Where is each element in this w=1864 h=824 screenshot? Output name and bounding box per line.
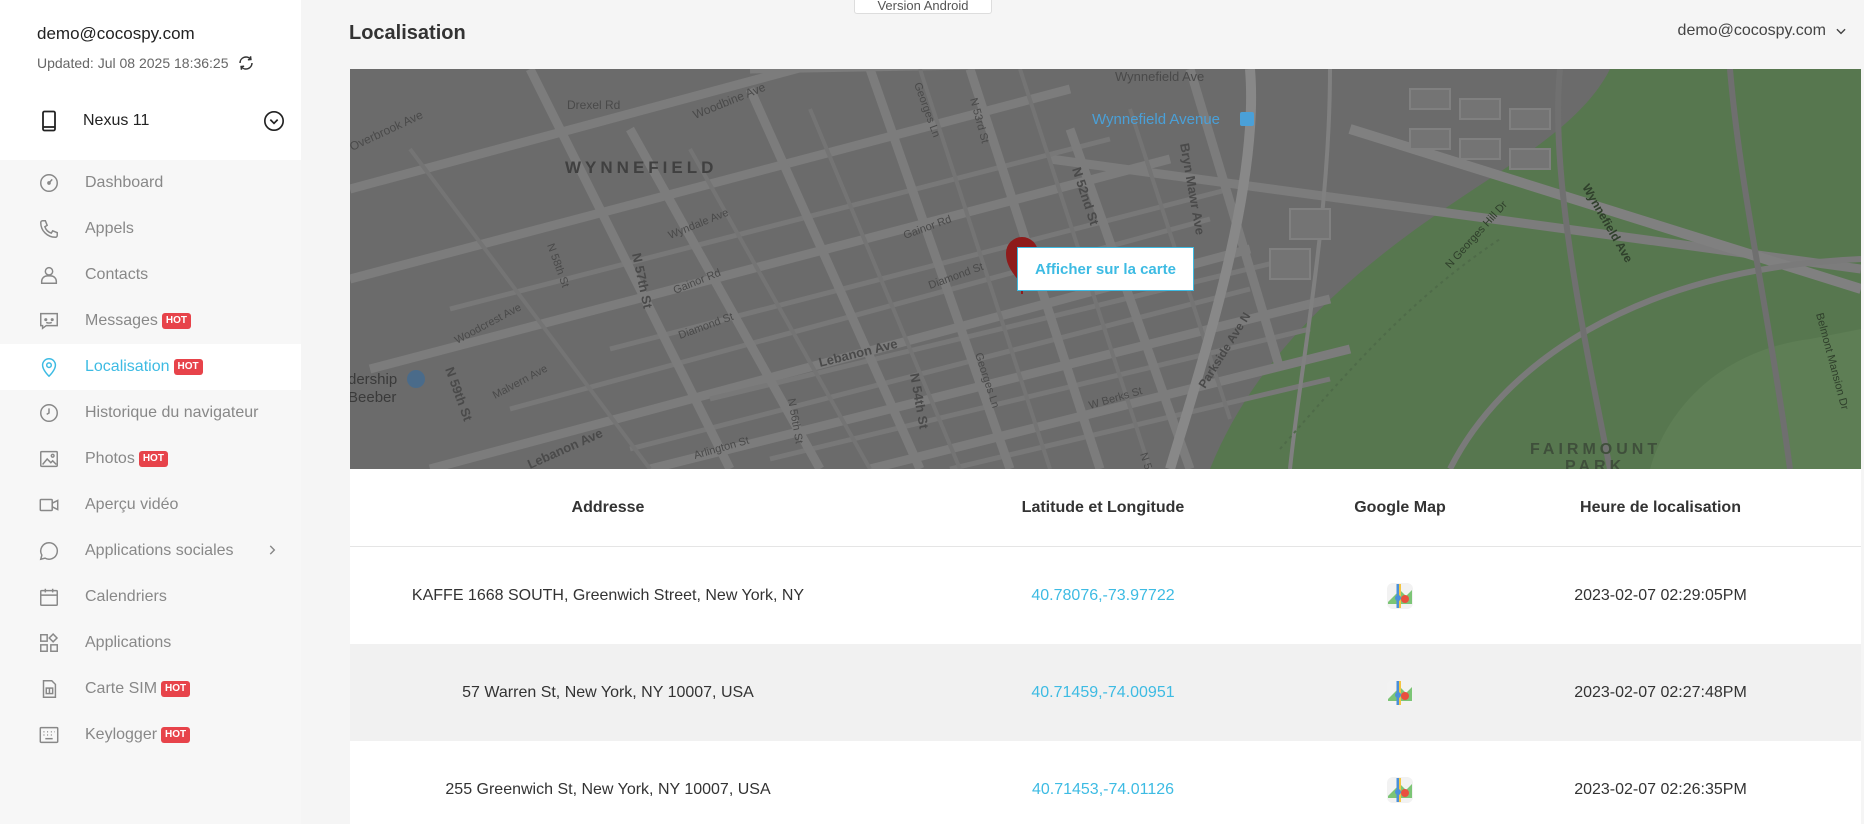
sidebar-item-browser-history[interactable]: Historique du navigateur xyxy=(0,390,301,436)
hot-badge: HOT xyxy=(161,313,192,329)
hot-badge: HOT xyxy=(138,451,168,467)
chevron-down-circle-icon[interactable] xyxy=(263,110,285,132)
sidebar-item-label: Applications xyxy=(85,634,172,651)
address-cell: 255 Greenwich St, New York, NY 10007, US… xyxy=(445,780,771,798)
location-map[interactable]: WYNNEFIELD FAIRMOUNT PARK Wynnefield Ave… xyxy=(350,69,1861,469)
show-on-map-button[interactable]: Afficher sur la carte xyxy=(1017,247,1194,291)
device-selector[interactable]: Nexus 11 xyxy=(0,96,301,146)
column-header-google-map: Google Map xyxy=(1354,498,1446,516)
sidebar-item-keylogger[interactable]: Keylogger HOT xyxy=(0,712,301,758)
sidebar-item-label: Carte SIM xyxy=(85,680,158,697)
sidebar-item-label: Contacts xyxy=(85,266,149,283)
coords-link[interactable]: 40.78076,-73.97722 xyxy=(866,587,1340,605)
page-title: Localisation xyxy=(349,22,466,44)
sidebar-item-label: Historique du navigateur xyxy=(85,404,259,421)
sim-card-icon xyxy=(37,677,61,701)
map-label-neighborhood: WYNNEFIELD xyxy=(565,158,717,177)
location-pin-icon xyxy=(37,355,61,379)
sidebar-item-label: Dashboard xyxy=(85,174,164,191)
sidebar-item-sim[interactable]: Carte SIM HOT xyxy=(0,666,301,712)
google-map-cell xyxy=(1340,582,1460,610)
column-header-address: Addresse xyxy=(571,498,645,516)
hot-badge: HOT xyxy=(161,727,191,743)
sidebar-nav: Dashboard Appels Contacts Messages HOT L… xyxy=(0,160,301,758)
chevron-down-icon xyxy=(1836,28,1846,35)
google-maps-icon[interactable] xyxy=(1386,582,1414,610)
calendar-icon xyxy=(37,585,61,609)
sidebar-item-label: Photos xyxy=(85,450,135,467)
column-header-time: Heure de localisation xyxy=(1580,498,1741,516)
phone-device-icon xyxy=(42,110,56,132)
last-updated-text: Updated: Jul 08 2025 18:36:25 xyxy=(37,55,229,71)
sidebar-item-video[interactable]: Aperçu vidéo xyxy=(0,482,301,528)
keyboard-icon xyxy=(37,723,61,747)
sidebar-item-location[interactable]: Localisation HOT xyxy=(0,344,301,390)
sidebar: demo@cocospy.com Updated: Jul 08 2025 18… xyxy=(0,0,301,824)
coords-link[interactable]: 40.71453,-74.01126 xyxy=(866,781,1340,799)
phone-icon xyxy=(37,217,61,241)
address-cell: 57 Warren St, New York, NY 10007, USA xyxy=(462,683,754,701)
refresh-icon[interactable] xyxy=(237,54,255,72)
map-label-ave-top: Wynnefield Ave xyxy=(1115,69,1204,84)
apps-grid-icon xyxy=(37,631,61,655)
map-label-drexel: Drexel Rd xyxy=(567,98,620,112)
time-cell: 2023-02-07 02:26:35PM xyxy=(1574,780,1747,798)
table-row: KAFFE 1668 SOUTH, Greenwich Street, New … xyxy=(350,547,1861,644)
map-label-park1: FAIRMOUNT xyxy=(1530,441,1661,458)
user-menu[interactable]: demo@cocospy.com xyxy=(1678,22,1848,40)
sidebar-item-social[interactable]: Applications sociales xyxy=(0,528,301,574)
last-updated: Updated: Jul 08 2025 18:36:25 xyxy=(37,54,264,72)
image-icon xyxy=(37,447,61,471)
sidebar-item-contacts[interactable]: Contacts xyxy=(0,252,301,298)
table-row: 57 Warren St, New York, NY 10007, USA 40… xyxy=(350,644,1861,741)
chevron-right-icon[interactable] xyxy=(265,543,279,557)
chat-icon xyxy=(37,309,61,333)
location-table: Addresse Latitude et Longitude Google Ma… xyxy=(350,469,1861,824)
google-maps-icon[interactable] xyxy=(1386,679,1414,707)
sidebar-item-label: Appels xyxy=(85,220,134,237)
map-label-park2: PARK xyxy=(1565,458,1625,469)
map-label-leadership1: dership xyxy=(350,371,397,388)
sidebar-item-label: Messages xyxy=(85,312,158,329)
google-maps-icon[interactable] xyxy=(1386,776,1414,804)
person-icon xyxy=(37,263,61,287)
table-row: 255 Greenwich St, New York, NY 10007, US… xyxy=(350,741,1861,824)
account-panel: demo@cocospy.com Updated: Jul 08 2025 18… xyxy=(0,0,301,160)
sidebar-item-label: Aperçu vidéo xyxy=(85,496,179,513)
google-map-cell xyxy=(1340,776,1460,804)
sidebar-item-calendar[interactable]: Calendriers xyxy=(0,574,301,620)
account-email: demo@cocospy.com xyxy=(37,24,195,43)
column-header-coords: Latitude et Longitude xyxy=(1021,498,1185,516)
map-label-station: Wynnefield Avenue xyxy=(1092,111,1220,128)
sidebar-item-dashboard[interactable]: Dashboard xyxy=(0,160,301,206)
video-camera-icon xyxy=(37,493,61,517)
version-tooltip: Version Android xyxy=(854,0,992,14)
sidebar-item-label: Calendriers xyxy=(85,588,167,605)
hot-badge: HOT xyxy=(161,681,191,697)
clock-icon xyxy=(37,401,61,425)
main-content: Version Android Localisation demo@cocosp… xyxy=(301,0,1864,824)
table-header: Addresse Latitude et Longitude Google Ma… xyxy=(350,469,1861,547)
sidebar-item-label: Keylogger xyxy=(85,726,158,743)
sidebar-item-photos[interactable]: Photos HOT xyxy=(0,436,301,482)
sidebar-item-apps[interactable]: Applications xyxy=(0,620,301,666)
hot-badge: HOT xyxy=(173,359,203,375)
user-email: demo@cocospy.com xyxy=(1677,22,1826,39)
sidebar-item-calls[interactable]: Appels xyxy=(0,206,301,252)
time-cell: 2023-02-07 02:29:05PM xyxy=(1574,586,1747,604)
address-cell: KAFFE 1668 SOUTH, Greenwich Street, New … xyxy=(411,586,805,604)
speech-bubble-icon xyxy=(37,539,61,563)
time-cell: 2023-02-07 02:27:48PM xyxy=(1574,683,1747,701)
sidebar-item-label: Applications sociales xyxy=(85,542,234,559)
map-label-leadership2: Beeber xyxy=(350,389,396,406)
coords-link[interactable]: 40.71459,-74.00951 xyxy=(866,684,1340,702)
sidebar-item-label: Localisation xyxy=(85,358,170,375)
device-name: Nexus 11 xyxy=(83,112,150,129)
gauge-icon xyxy=(37,171,61,195)
sidebar-item-messages[interactable]: Messages HOT xyxy=(0,298,301,344)
google-map-cell xyxy=(1340,679,1460,707)
